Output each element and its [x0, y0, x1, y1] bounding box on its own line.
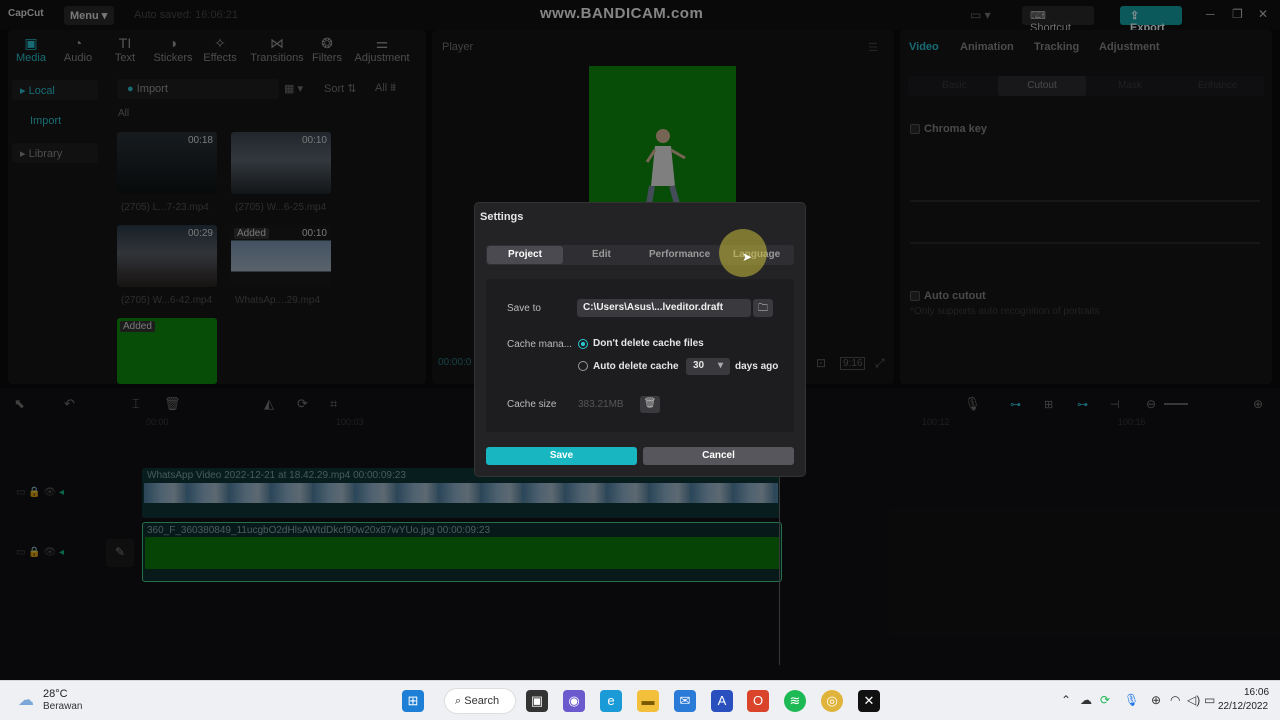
spotify-icon[interactable]: ≋: [784, 690, 806, 712]
trash-icon[interactable]: 🗑: [640, 396, 660, 413]
language-icon[interactable]: ⊕: [1151, 693, 1161, 707]
days-suffix: days ago: [735, 361, 779, 372]
dont-delete-radio[interactable]: [578, 339, 588, 349]
dialog-title: Settings: [480, 211, 524, 223]
auto-delete-radio[interactable]: [578, 361, 588, 371]
taskbar-search[interactable]: ⌕ Search: [444, 688, 516, 714]
file-explorer-icon[interactable]: ▬: [637, 690, 659, 712]
capcut-icon[interactable]: ✕: [858, 690, 880, 712]
tab-project[interactable]: Project: [487, 246, 563, 264]
volume-icon[interactable]: ◁): [1187, 693, 1200, 707]
chevron-down-icon: ▾: [717, 360, 723, 371]
battery-icon[interactable]: ▭: [1204, 693, 1215, 707]
task-view-icon[interactable]: ▣: [526, 690, 548, 712]
store-icon[interactable]: A: [711, 690, 733, 712]
windows-start-icon[interactable]: ⊞: [402, 690, 424, 712]
mic-tray-icon[interactable]: 🎙: [1124, 693, 1139, 707]
days-value: 30: [693, 360, 705, 371]
clock-date[interactable]: 22/12/2022: [1218, 701, 1268, 712]
chevron-up-icon[interactable]: ⌃: [1061, 693, 1071, 707]
cancel-button[interactable]: Cancel: [643, 447, 794, 465]
save-path-field[interactable]: C:\Users\Asus\...lveditor.draft: [577, 299, 751, 317]
folder-icon[interactable]: 🗀: [753, 299, 773, 317]
days-select[interactable]: 30 ▾: [686, 358, 730, 375]
weather-desc[interactable]: Berawan: [43, 701, 82, 712]
wifi-icon[interactable]: ◠: [1170, 693, 1180, 707]
cloud-icon[interactable]: ☁: [18, 690, 34, 710]
save-to-label: Save to: [507, 303, 541, 314]
mail-icon[interactable]: ✉: [674, 690, 696, 712]
cache-management-label: Cache mana...: [507, 339, 573, 350]
tab-edit[interactable]: Edit: [592, 249, 611, 260]
search-icon: ⌕: [455, 695, 462, 707]
clock-time[interactable]: 16:06: [1244, 687, 1269, 698]
auto-delete-label: Auto delete cache: [593, 361, 679, 372]
onedrive-icon[interactable]: ☁: [1080, 693, 1092, 707]
tab-performance[interactable]: Performance: [649, 249, 710, 260]
chrome-icon[interactable]: ◎: [821, 690, 843, 712]
cache-size-label: Cache size: [507, 399, 557, 410]
search-label: Search: [464, 695, 500, 707]
weather-temp[interactable]: 28°C: [43, 688, 68, 700]
edge-icon[interactable]: e: [600, 690, 622, 712]
save-button[interactable]: Save: [486, 447, 637, 465]
cache-size-value: 383.21MB: [578, 399, 624, 410]
chat-icon[interactable]: ◉: [563, 690, 585, 712]
mouse-cursor-icon: ➤: [742, 250, 753, 264]
office-icon[interactable]: O: [747, 690, 769, 712]
dont-delete-label: Don't delete cache files: [593, 338, 704, 349]
sync-icon[interactable]: ⟳: [1100, 693, 1110, 707]
